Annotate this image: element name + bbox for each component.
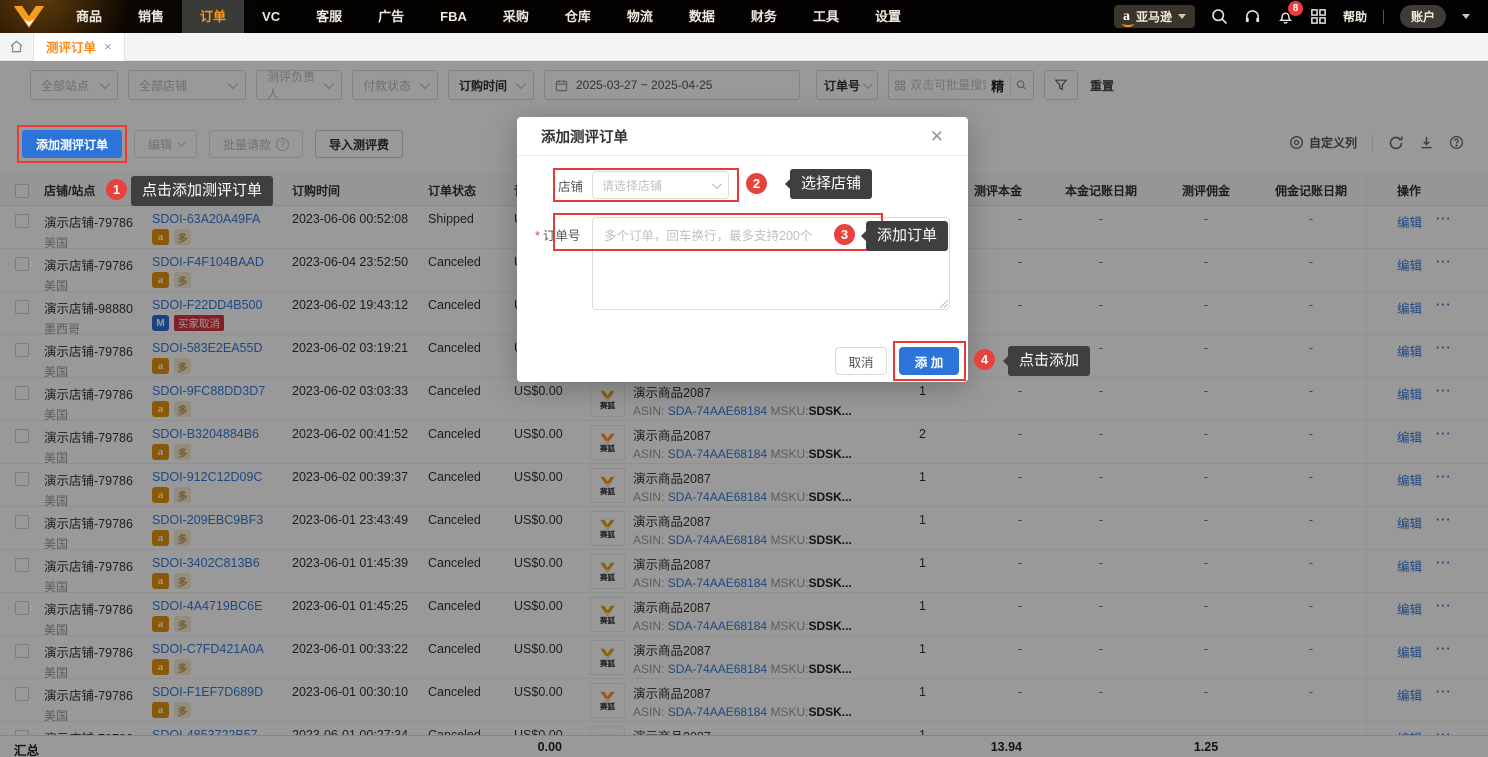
order-field-label: * 订单号 [535,229,581,243]
step-2-tooltip: 选择店铺 [784,169,873,199]
main-menu: 商品 销售 订单 VC 客服 广告 FBA 采购 仓库 物流 数据 财务 工具 设置 [58,0,919,33]
step-3-tooltip: 添加订单 [860,221,949,251]
modal-shop-row: 店铺 请选择店铺 [517,168,968,202]
shop-field-label: 店铺 [558,180,584,194]
marketplace-selector[interactable]: a 亚马逊 [1113,5,1195,28]
tab-label: 测评订单 [46,41,97,55]
step-2-marker: 2 [746,173,767,194]
menu-item-1[interactable]: 商品 [58,0,120,33]
account-button[interactable]: 账户 [1399,5,1446,28]
apps-grid-icon[interactable] [1310,8,1327,25]
modal-footer: 取消 添 加 [517,341,968,382]
required-asterisk: * [535,229,540,243]
topnav-divider [1382,9,1384,24]
menu-item-12[interactable]: 财务 [733,0,795,33]
add-review-order-highlight: 添加测评订单 [17,125,128,163]
shop-select[interactable]: 请选择店铺 [592,171,729,199]
menu-item-7[interactable]: FBA [422,0,485,33]
menu-item-10[interactable]: 物流 [609,0,671,33]
tab-review-orders[interactable]: 测评订单 × [34,32,125,61]
help-link[interactable]: 帮助 [1343,8,1367,25]
modal-title: 添加测评订单 [541,129,628,146]
account-chevron-down-icon[interactable] [1462,14,1470,19]
menu-item-13[interactable]: 工具 [795,0,857,33]
brand-logo-icon[interactable] [0,0,58,33]
menu-item-14[interactable]: 设置 [857,0,919,33]
modal-header: 添加测评订单 ✕ [517,117,968,156]
topnav-right-cluster: a 亚马逊 8 帮助 账户 [1113,1,1488,28]
marketplace-label: 亚马逊 [1135,10,1172,24]
step-3-marker: 3 [834,224,855,245]
step-1-marker: 1 [106,179,127,200]
notifications-bell-icon[interactable]: 8 [1277,1,1303,25]
tab-bar: 测评订单 × [0,32,1488,61]
menu-item-11[interactable]: 数据 [671,0,733,33]
notification-count-badge: 8 [1287,1,1303,16]
textarea-resize-handle[interactable] [940,300,948,308]
menu-item-5[interactable]: 客服 [298,0,360,33]
shop-select-placeholder: 请选择店铺 [602,178,663,193]
chevron-down-icon [1177,14,1186,19]
menu-item-4[interactable]: VC [244,0,298,33]
chevron-down-icon [711,178,722,189]
menu-item-3[interactable]: 订单 [182,0,245,33]
step-4-marker: 4 [974,349,995,370]
headset-icon[interactable] [1244,8,1261,25]
menu-item-2[interactable]: 销售 [120,0,182,33]
confirm-add-button[interactable]: 添 加 [899,347,959,375]
step-1-tooltip: 点击添加测评订单 [131,176,274,206]
close-icon[interactable]: ✕ [930,128,944,145]
menu-item-6[interactable]: 广告 [360,0,422,33]
menu-item-8[interactable]: 采购 [485,0,547,33]
cancel-button[interactable]: 取消 [835,347,887,375]
account-label: 账户 [1410,10,1435,24]
top-navigation-bar: 商品 销售 订单 VC 客服 广告 FBA 采购 仓库 物流 数据 财务 工具 设置 a 亚马逊 8 [0,0,1488,33]
menu-item-9[interactable]: 仓库 [547,0,609,33]
add-review-order-button[interactable]: 添加测评订单 [22,130,123,158]
step-4-tooltip: 点击添加 [1002,346,1091,376]
amazon-icon: a [1121,8,1134,27]
search-icon[interactable] [1211,8,1228,25]
home-icon[interactable] [0,32,34,61]
tab-close-icon[interactable]: × [104,39,112,54]
